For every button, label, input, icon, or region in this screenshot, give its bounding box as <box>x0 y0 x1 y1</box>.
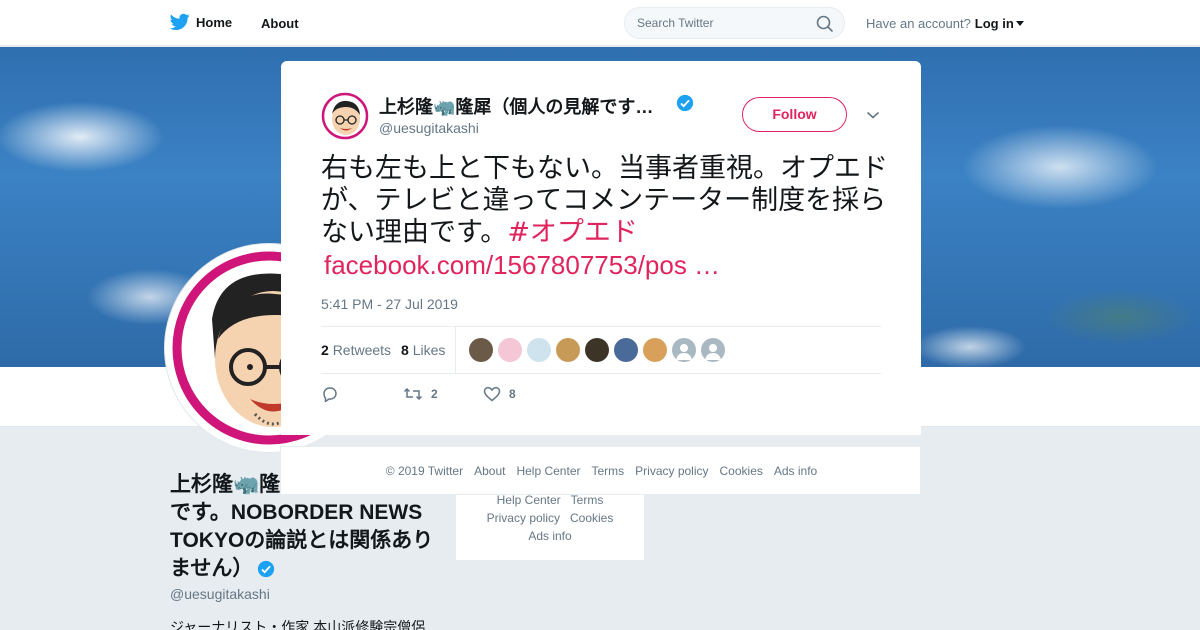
retweet-action[interactable]: 2 <box>403 386 438 402</box>
account-menu[interactable]: Have an account? Log in <box>866 16 1024 31</box>
footer-link-ads[interactable]: Ads info <box>528 527 571 545</box>
nav-home-link[interactable]: Home <box>170 13 232 31</box>
footer-link-cookies[interactable]: Cookies <box>570 509 613 527</box>
tweet-author-avatar[interactable] <box>321 92 369 140</box>
liker-avatar[interactable] <box>614 338 638 362</box>
login-link[interactable]: Log in <box>975 16 1014 31</box>
reply-action[interactable] <box>321 386 339 402</box>
profile-bio: ジャーナリスト・作家 本山派修験宗僧侶 <box>170 619 426 630</box>
footer-link-cookies[interactable]: Cookies <box>720 464 763 478</box>
tweet-author-handle[interactable]: @uesugitakashi <box>379 120 479 136</box>
liker-avatar[interactable] <box>498 338 522 362</box>
profile-handle[interactable]: @uesugitakashi <box>170 586 270 602</box>
liker-avatar[interactable] <box>469 338 493 362</box>
retweets-count: 2 <box>321 342 329 358</box>
tweet-timestamp[interactable]: 5:41 PM - 27 Jul 2019 <box>321 296 458 312</box>
footer-link-privacy[interactable]: Privacy policy <box>635 464 708 478</box>
twitter-bird-icon <box>170 13 190 31</box>
profile-footer-links: Help Center Terms Privacy policy Cookies… <box>456 485 644 560</box>
account-prompt: Have an account? <box>866 16 971 31</box>
retweet-icon <box>403 387 423 401</box>
nav-about-link[interactable]: About <box>261 16 299 31</box>
copyright: © 2019 Twitter <box>385 464 464 478</box>
liker-avatar[interactable] <box>672 338 696 362</box>
liker-avatar[interactable] <box>701 338 725 362</box>
reply-icon <box>323 387 337 402</box>
liker-avatar[interactable] <box>527 338 551 362</box>
close-icon[interactable] <box>1156 14 1178 36</box>
liker-avatar[interactable] <box>643 338 667 362</box>
footer-link-privacy[interactable]: Privacy policy <box>487 509 560 527</box>
caret-down-icon <box>1015 21 1024 26</box>
retweet-action-count: 2 <box>431 387 438 401</box>
like-action[interactable]: 8 <box>483 386 516 402</box>
footer-link-help[interactable]: Help Center <box>516 464 580 478</box>
stats-divider <box>455 327 456 373</box>
footer-link-about[interactable]: About <box>474 464 505 478</box>
search-input[interactable]: Search Twitter <box>624 7 845 39</box>
tweet-hashtag-link[interactable]: #オプエド <box>507 217 638 248</box>
retweets-stat[interactable]: 2 Retweets <box>321 342 391 358</box>
search-placeholder: Search Twitter <box>637 16 714 30</box>
liker-avatar[interactable] <box>556 338 580 362</box>
search-icon[interactable] <box>816 15 834 33</box>
modal-footer: © 2019 Twitter About Help Center Terms Priva… <box>280 446 921 495</box>
footer-links: © 2019 Twitter About Help Center Terms Priva… <box>281 464 922 478</box>
likes-stat[interactable]: 8 Likes <box>401 342 445 358</box>
like-action-count: 8 <box>509 387 516 401</box>
retweets-label: Retweets <box>332 342 392 358</box>
tweet-text: 右も左も上と下もない。当事者重視。オプエドが、テレビと違ってコメンテーター制度を… <box>321 153 891 249</box>
chevron-down-icon[interactable] <box>866 110 880 120</box>
top-navigation-bar: Home About Search Twitter Have an accoun… <box>0 0 1200 46</box>
nav-home-label: Home <box>196 14 233 30</box>
likes-count: 8 <box>401 342 409 358</box>
footer-link-ads[interactable]: Ads info <box>774 464 817 478</box>
likes-label: Likes <box>412 342 446 358</box>
tweet-stats: 2 Retweets 8 Likes <box>321 326 881 374</box>
verified-badge-icon <box>676 94 694 112</box>
footer-link-terms[interactable]: Terms <box>591 464 624 478</box>
liker-avatar[interactable] <box>585 338 609 362</box>
follow-button[interactable]: Follow <box>742 97 847 132</box>
verified-badge-icon <box>258 561 275 578</box>
tweet-permalink-card: 上杉隆🦏隆犀（個人の見解です… @uesugitakashi Follow 右も… <box>281 61 921 435</box>
tweet-author-name[interactable]: 上杉隆🦏隆犀（個人の見解です… <box>379 93 679 119</box>
tweet-url-link[interactable]: facebook.com/1567807753/pos … <box>324 250 720 281</box>
heart-icon <box>483 386 501 402</box>
tweet-actions: 2 8 <box>321 386 621 406</box>
